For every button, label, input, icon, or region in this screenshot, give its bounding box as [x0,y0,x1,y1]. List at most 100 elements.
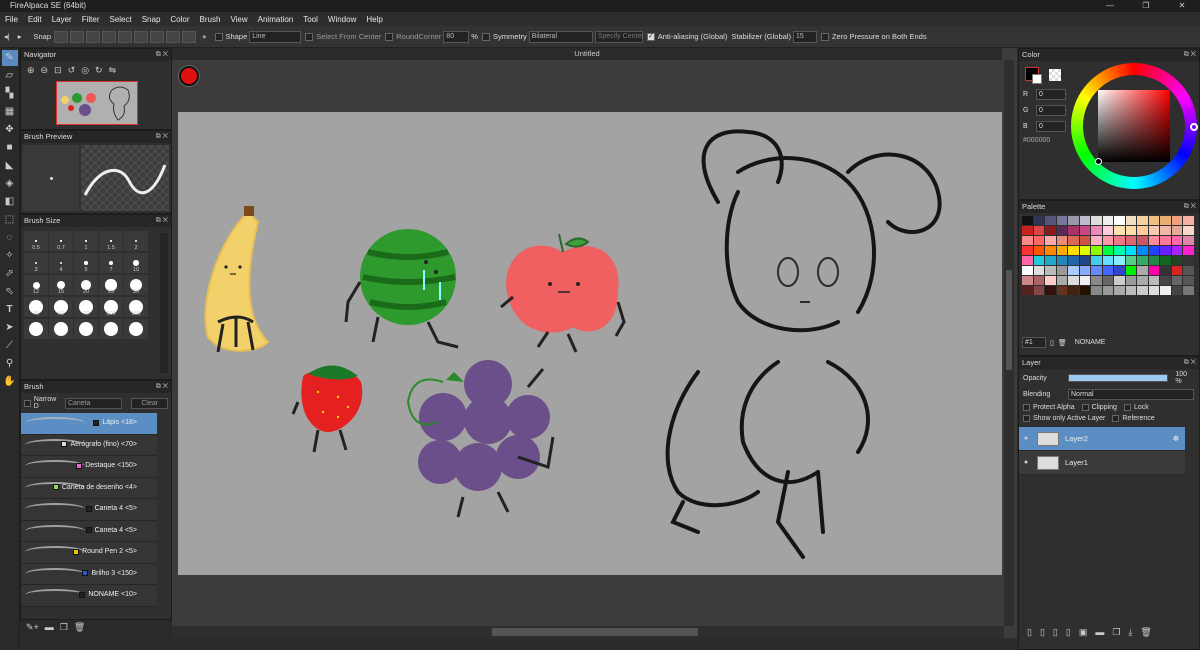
select-from-center-checkbox[interactable] [305,32,314,41]
document-tab[interactable]: Untitled [172,48,1002,60]
symmetry-select[interactable]: Bilateral [528,30,593,43]
transform-tool-icon[interactable]: ▦ [2,104,18,120]
palette-swatch[interactable] [1091,216,1102,225]
brush-size-cell[interactable]: 100 [99,297,123,317]
palette-swatch[interactable] [1160,286,1171,295]
palette-swatch[interactable] [1068,266,1079,275]
palette-swatch[interactable] [1171,226,1182,235]
snap-circle-button[interactable] [134,30,149,43]
layer-row[interactable]: ● Layer1 [1019,451,1185,475]
palette-swatch[interactable] [1079,266,1090,275]
brush-size-cell[interactable]: 5 [74,253,98,273]
new-layer-icon[interactable]: ▯ [1027,627,1032,638]
palette-swatch[interactable] [1045,266,1056,275]
brush-item[interactable]: Aerógrafo (fino) <70> [21,434,157,456]
new-1bit-layer-icon[interactable]: ▯ [1053,627,1058,638]
palette-swatch[interactable] [1045,226,1056,235]
brush-item[interactable]: Caneta de desenho <4> [21,477,157,499]
record-color-button[interactable] [179,66,199,86]
zoom-in-icon[interactable]: ⊕ [27,65,35,76]
palette-swatch[interactable] [1160,246,1171,255]
palette-swatch[interactable] [1022,256,1033,265]
brush-item[interactable]: Lápis <18> [21,413,157,435]
text-tool-icon[interactable]: T [2,302,18,318]
palette-swatch[interactable] [1056,246,1067,255]
gradient-tool-icon[interactable]: ◧ [2,194,18,210]
shape-checkbox[interactable] [214,32,223,41]
brush-size-cell[interactable]: 7 [99,253,123,273]
palette-swatch[interactable] [1125,216,1136,225]
palette-swatch[interactable] [1160,276,1171,285]
palette-swatch[interactable] [1171,286,1182,295]
antialias-checkbox[interactable]: ✓ [646,32,655,41]
horizontal-scrollbar[interactable] [172,626,1004,638]
brush-item[interactable]: Destaque <150> [21,456,157,478]
next-icon[interactable]: ▸ [18,32,22,41]
brush-size-cell[interactable]: 0.5 [24,231,48,251]
palette-swatch[interactable] [1033,226,1044,235]
b-input[interactable]: 0 [1036,121,1066,132]
palette-swatch[interactable] [1033,266,1044,275]
palette-swatch[interactable] [1171,276,1182,285]
menu-edit[interactable]: Edit [23,15,47,24]
copy-icon[interactable]: ❐ [60,622,68,633]
palette-swatch[interactable] [1102,266,1113,275]
palette-swatch[interactable] [1148,246,1159,255]
palette-swatch[interactable] [1033,246,1044,255]
dot-tool-icon[interactable]: ▚ [2,86,18,102]
hand-tool-icon[interactable]: ✋ [2,374,18,390]
brush-item[interactable]: Caneta 4 <5> [21,520,157,542]
palette-swatch[interactable] [1137,246,1148,255]
palette-swatch[interactable] [1079,236,1090,245]
fill-tool-icon[interactable]: ◣ [2,158,18,174]
palette-swatch[interactable] [1148,216,1159,225]
new-halftone-layer-icon[interactable]: ▯ [1066,627,1071,638]
menu-layer[interactable]: Layer [47,15,77,24]
snap-settings-icon[interactable]: ● [202,32,207,41]
brush-size-cell[interactable]: 15 [49,275,73,295]
shape-select[interactable]: Line [249,30,302,43]
transparent-color-swatch[interactable] [1049,69,1061,81]
g-input[interactable]: 0 [1036,105,1066,116]
saturation-value-square[interactable] [1098,90,1170,162]
palette-swatch[interactable] [1183,256,1194,265]
palette-swatch[interactable] [1137,226,1148,235]
menu-help[interactable]: Help [361,15,387,24]
menu-brush[interactable]: Brush [195,15,226,24]
palette-swatch[interactable] [1160,236,1171,245]
palette-swatch[interactable] [1183,276,1194,285]
palette-swatch[interactable] [1102,246,1113,255]
brush-size-cell[interactable]: 10 [124,253,148,273]
flip-icon[interactable]: ⇋ [109,65,117,76]
brush-size-cell[interactable]: 40 [24,297,48,317]
palette-swatch[interactable] [1148,276,1159,285]
zoom-out-icon[interactable]: ⊖ [41,65,49,76]
menu-animation[interactable]: Animation [253,15,299,24]
lasso-tool-icon[interactable]: ◌ [2,230,18,246]
close-button[interactable]: ✕ [1164,0,1200,12]
palette-swatch[interactable] [1045,216,1056,225]
rotate-right-icon[interactable]: ↻ [95,65,103,76]
palette-swatch[interactable] [1102,256,1113,265]
opacity-slider[interactable] [1067,374,1169,382]
snap-radial-button[interactable] [118,30,133,43]
palette-swatch[interactable] [1033,256,1044,265]
palette-swatch[interactable] [1022,236,1033,245]
snap-3d-button[interactable] [182,30,197,43]
palette-swatch[interactable] [1183,286,1194,295]
palette-swatch[interactable] [1033,286,1044,295]
brush-size-cell[interactable] [99,319,123,339]
palette-swatch[interactable] [1079,256,1090,265]
color-picker-cursor[interactable] [1095,158,1102,165]
brush-size-cell[interactable] [49,319,73,339]
symmetry-checkbox[interactable] [481,32,490,41]
duplicate-layer-icon[interactable]: ❐ [1112,627,1120,638]
palette-swatch[interactable] [1114,286,1125,295]
palette-swatch[interactable] [1022,246,1033,255]
add-brush-icon[interactable]: ✎+ [26,622,39,633]
panel-close-icon[interactable]: ⧉ ✕ [1184,49,1196,61]
brush-search-input[interactable]: Caneta [64,397,123,409]
palette-swatch[interactable] [1022,276,1033,285]
palette-swatch[interactable] [1102,216,1113,225]
visibility-icon[interactable]: ● [1019,435,1033,442]
